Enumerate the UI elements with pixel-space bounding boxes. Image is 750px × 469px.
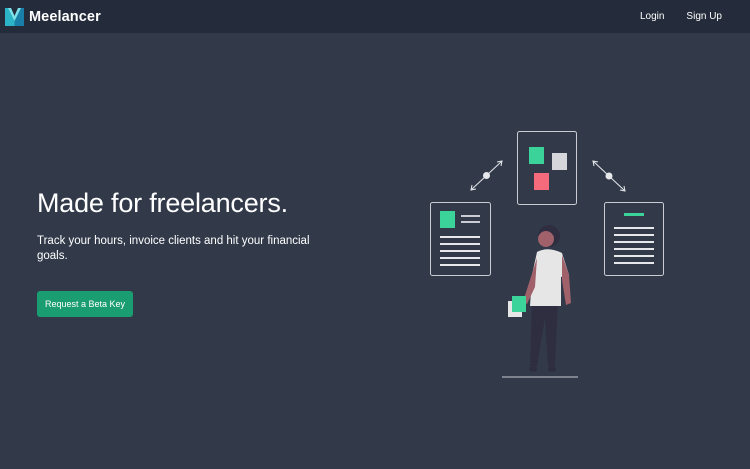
nav-links: Login Sign Up [618, 11, 722, 22]
login-link[interactable]: Login [640, 11, 664, 22]
hero-subtitle: Track your hours, invoice clients and hi… [37, 235, 310, 262]
hero-title: Made for freelancers. [37, 188, 288, 218]
hero-illustration [420, 125, 680, 385]
left-connector-arrow-icon [470, 160, 503, 191]
hero-section: Made for freelancers. Track your hours, … [37, 184, 337, 264]
right-connector-arrow-icon [592, 160, 626, 192]
meelancer-logo-icon [5, 7, 24, 26]
person-figure [508, 225, 571, 372]
right-document-card [604, 202, 664, 276]
top-navbar: Meelancer Login Sign Up [0, 0, 750, 33]
freelancer-illustration [430, 131, 664, 378]
left-document-card [430, 202, 491, 276]
request-beta-key-button[interactable]: Request a Beta Key [37, 291, 133, 317]
brand-name: Meelancer [29, 8, 101, 25]
signup-link[interactable]: Sign Up [686, 11, 722, 22]
brand[interactable]: Meelancer [5, 7, 101, 26]
top-blocks-card [517, 131, 577, 205]
